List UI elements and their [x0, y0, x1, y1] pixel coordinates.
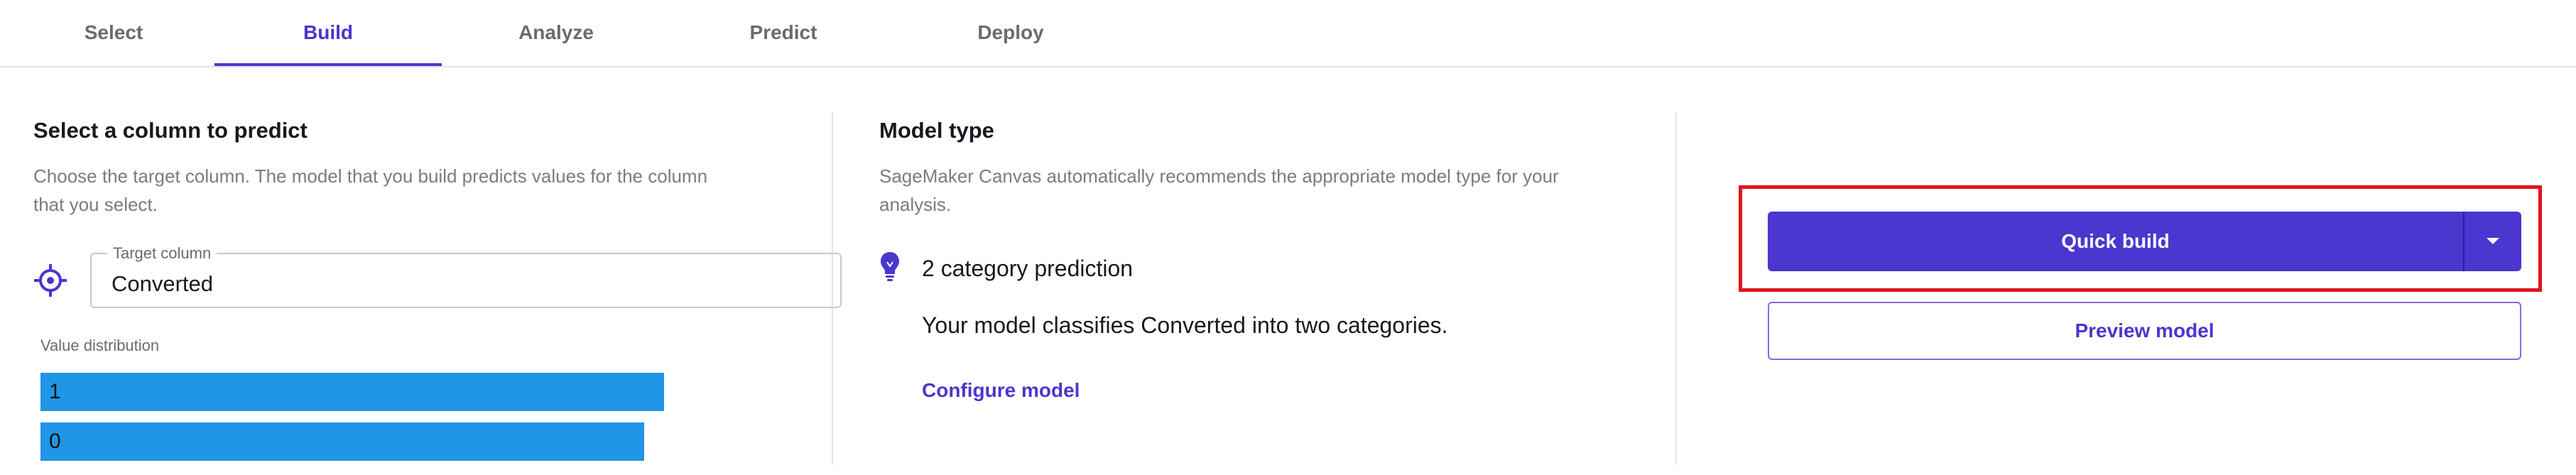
- tab-build[interactable]: Build: [214, 0, 442, 66]
- build-options-dropdown[interactable]: [2464, 212, 2521, 271]
- target-column-select[interactable]: Target column: [90, 244, 842, 308]
- description-line: SageMaker Canvas automatically recommend…: [879, 165, 1559, 187]
- tab-deploy[interactable]: Deploy: [897, 0, 1124, 65]
- crosshair-target-icon: [34, 264, 67, 297]
- configure-model-link[interactable]: Configure model: [922, 379, 1080, 402]
- target-column-input[interactable]: [112, 271, 751, 297]
- distribution-bar: 0: [40, 422, 644, 461]
- target-section-description: Choose the target column. The model that…: [33, 162, 707, 219]
- model-type-description: SageMaker Canvas automatically recommend…: [879, 162, 1559, 219]
- target-column-label: Target column: [107, 244, 217, 263]
- tab-analyze[interactable]: Analyze: [442, 0, 670, 65]
- workflow-tabs: Select Build Analyze Predict Deploy: [0, 0, 2576, 67]
- preview-model-button[interactable]: Preview model: [1768, 302, 2521, 360]
- tab-select[interactable]: Select: [0, 0, 227, 65]
- value-distribution-label: Value distribution: [40, 337, 160, 354]
- model-type-title: Model type: [879, 118, 994, 143]
- prediction-description: Your model classifies Converted into two…: [922, 312, 1448, 338]
- description-line: analysis.: [879, 194, 952, 215]
- prediction-type: 2 category prediction: [922, 256, 1134, 281]
- quick-build-button[interactable]: Quick build: [1768, 212, 2463, 271]
- tab-predict[interactable]: Predict: [670, 0, 897, 65]
- target-section-title: Select a column to predict: [33, 118, 308, 143]
- column-divider: [1675, 111, 1677, 465]
- caret-down-icon: [2487, 238, 2499, 244]
- description-line: Choose the target column. The model that…: [33, 165, 708, 187]
- quick-build-split-button: Quick build: [1768, 212, 2521, 271]
- distribution-bar: 1: [40, 373, 664, 411]
- description-line: that you select.: [33, 194, 158, 215]
- lightbulb-icon: [881, 252, 899, 281]
